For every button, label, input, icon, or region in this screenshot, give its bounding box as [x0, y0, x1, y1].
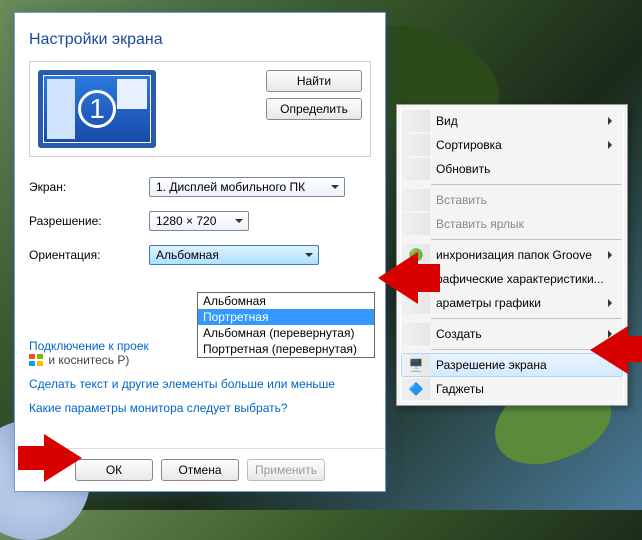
ctx-separator	[431, 184, 621, 185]
orientation-dropdown: Альбомная Портретная Альбомная (переверн…	[197, 292, 375, 358]
orientation-option[interactable]: Альбомная (перевернутая)	[198, 325, 374, 341]
windows-flag-icon	[29, 354, 43, 366]
dialog-title: Настройки экрана	[29, 31, 371, 49]
ctx-separator	[431, 318, 621, 319]
screen-settings-dialog: Настройки экрана 1 Найти Определить Экра…	[14, 12, 386, 492]
annotation-arrow-icon	[352, 252, 418, 304]
annotation-arrow-icon	[628, 336, 642, 362]
ctx-sort[interactable]: Сортировка	[401, 133, 623, 157]
ctx-label: рафические характеристики...	[436, 272, 604, 286]
ctx-label: Разрешение экрана	[436, 358, 547, 372]
ctx-label: Гаджеты	[436, 382, 484, 396]
ctx-label: Обновить	[436, 162, 490, 176]
ctx-label: Создать	[436, 327, 482, 341]
monitor-icon: 🖥️	[408, 357, 424, 373]
orientation-option[interactable]: Портретная (перевернутая)	[198, 341, 374, 357]
ctx-gadgets[interactable]: 🔷 Гаджеты	[401, 377, 623, 401]
submenu-arrow-icon	[608, 299, 616, 307]
submenu-arrow-icon	[608, 117, 616, 125]
ctx-label: Вставить	[436, 193, 487, 207]
orientation-option[interactable]: Портретная	[198, 309, 374, 325]
ctx-paste: Вставить	[401, 188, 623, 212]
annotation-arrow-icon	[44, 434, 106, 482]
annotation-arrow-icon	[566, 326, 628, 374]
ctx-label: инхронизация папок Groove	[436, 248, 592, 262]
ctx-label: Вставить ярлык	[436, 217, 524, 231]
submenu-arrow-icon	[608, 251, 616, 259]
ctx-label: Сортировка	[436, 138, 502, 152]
monitor-number: 1	[78, 90, 116, 128]
identify-button[interactable]: Определить	[266, 98, 362, 120]
apply-button[interactable]: Применить	[247, 459, 325, 481]
find-button[interactable]: Найти	[266, 70, 362, 92]
ctx-label: Вид	[436, 114, 458, 128]
ctx-separator	[431, 239, 621, 240]
ctx-label: араметры графики	[436, 296, 541, 310]
which-params-link[interactable]: Какие параметры монитора следует выбрать…	[29, 401, 288, 415]
orientation-select[interactable]: Альбомная	[149, 245, 319, 265]
projector-link[interactable]: Подключение к проек	[29, 339, 149, 353]
projector-hint: и коснитесь P)	[48, 353, 129, 367]
submenu-arrow-icon	[608, 141, 616, 149]
ctx-paste-shortcut: Вставить ярлык	[401, 212, 623, 236]
ctx-refresh[interactable]: Обновить	[401, 157, 623, 181]
orientation-label: Ориентация:	[29, 248, 149, 262]
orientation-option[interactable]: Альбомная	[198, 293, 374, 309]
resolution-label: Разрешение:	[29, 214, 149, 228]
text-size-link[interactable]: Сделать текст и другие элементы больше и…	[29, 377, 335, 391]
ctx-view[interactable]: Вид	[401, 109, 623, 133]
screen-label: Экран:	[29, 180, 149, 194]
annotation-arrow-icon	[18, 446, 44, 470]
resolution-select[interactable]: 1280 × 720	[149, 211, 249, 231]
monitor-preview-icon[interactable]: 1	[38, 70, 156, 148]
gadgets-icon: 🔷	[408, 381, 424, 397]
display-preview-box: 1 Найти Определить	[29, 61, 371, 157]
cancel-button[interactable]: Отмена	[161, 459, 239, 481]
annotation-arrow-icon	[418, 264, 440, 292]
ctx-graphics-params[interactable]: араметры графики	[401, 291, 623, 315]
screen-select[interactable]: 1. Дисплей мобильного ПК	[149, 177, 345, 197]
